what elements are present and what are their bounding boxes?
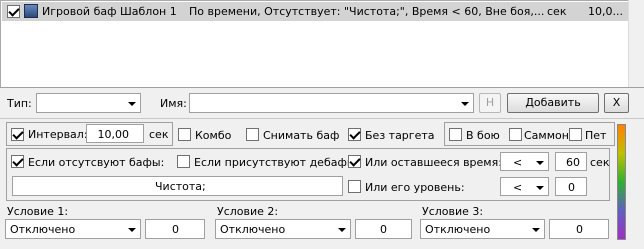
combo-checkbox[interactable] — [178, 128, 191, 141]
chevron-down-icon — [128, 228, 136, 232]
level-checkbox[interactable] — [348, 180, 361, 193]
summon-checkbox[interactable] — [509, 128, 522, 141]
interval-checkbox[interactable] — [11, 128, 24, 141]
chevron-down-icon — [532, 228, 540, 232]
row-unit: сек — [547, 5, 567, 18]
level-input[interactable]: 0 — [555, 177, 587, 196]
list-item[interactable]: Игровой баф Шаблон 1 По времени, Отсутст… — [2, 2, 629, 21]
remaining-time-checkbox[interactable] — [348, 155, 361, 168]
list-scrollbar[interactable] — [628, 0, 644, 88]
remove-buff-label: Снимать баф — [263, 129, 340, 142]
row-condition: По времени, Отсутствует: "Чистота;", Вре… — [189, 5, 545, 18]
remove-buff-checkbox[interactable] — [246, 128, 259, 141]
interval-label: Интервал: — [28, 128, 88, 141]
summon-label: Саммон — [524, 129, 569, 142]
chevron-down-icon — [128, 102, 136, 106]
present-debuffs-label: Если присутствуют дебафы: — [194, 156, 360, 169]
pet-checkbox[interactable] — [569, 128, 582, 141]
row-value: 10,0... — [588, 5, 623, 18]
chevron-down-icon — [338, 228, 346, 232]
condition-2-select[interactable]: Отключено — [215, 219, 351, 239]
buff-icon — [24, 4, 38, 18]
row-name: Игровой баф Шаблон 1 — [42, 5, 177, 18]
condition-1-input[interactable]: 0 — [145, 219, 205, 239]
present-debuffs-checkbox[interactable] — [177, 155, 190, 168]
no-target-checkbox[interactable] — [348, 128, 361, 141]
divider — [0, 87, 644, 88]
name-label: Имя: — [160, 97, 187, 110]
level-label: Или его уровень: — [365, 181, 465, 194]
remaining-time-unit: сек — [590, 156, 610, 169]
condition-1-select[interactable]: Отключено — [5, 219, 141, 239]
chevron-down-icon — [536, 161, 544, 165]
divider — [0, 118, 644, 119]
remaining-time-operator[interactable]: < — [500, 152, 549, 171]
level-gradient-bar — [617, 124, 626, 240]
condition-3-input[interactable]: 0 — [549, 219, 609, 239]
remaining-time-input[interactable]: 60 — [555, 152, 587, 171]
no-target-label: Без таргета — [365, 129, 435, 142]
type-label: Тип: — [7, 97, 32, 110]
condition-3-label: Условие 3: — [422, 205, 484, 218]
chevron-down-icon — [536, 186, 544, 190]
add-button[interactable]: Добавить — [507, 93, 599, 113]
in-combat-label: В бою — [466, 129, 500, 142]
combo-label: Комбо — [195, 129, 232, 142]
interval-input[interactable]: 10,00 — [86, 124, 144, 143]
type-select[interactable] — [36, 93, 141, 113]
h-button[interactable]: H — [479, 93, 501, 113]
absent-buffs-checkbox[interactable] — [11, 155, 24, 168]
remove-button[interactable]: X — [604, 93, 629, 113]
level-operator[interactable]: < — [500, 177, 549, 196]
condition-3-select[interactable]: Отключено — [420, 219, 545, 239]
chevron-down-icon — [461, 102, 469, 106]
pet-label: Пет — [585, 129, 607, 142]
in-combat-checkbox[interactable] — [449, 128, 462, 141]
buffs-input[interactable]: Чистота; — [12, 176, 343, 196]
absent-buffs-label: Если отсутсвуют бафы: — [28, 156, 165, 169]
interval-unit: сек — [149, 128, 169, 141]
condition-1-label: Условие 1: — [7, 205, 69, 218]
condition-2-input[interactable]: 0 — [355, 219, 412, 239]
row-enabled-checkbox[interactable] — [7, 5, 20, 18]
remaining-time-label: Или оставшееся время: — [365, 156, 502, 169]
condition-2-label: Условие 2: — [217, 205, 279, 218]
name-select[interactable] — [189, 93, 474, 113]
buff-list[interactable]: Игровой баф Шаблон 1 По времени, Отсутст… — [0, 0, 630, 88]
